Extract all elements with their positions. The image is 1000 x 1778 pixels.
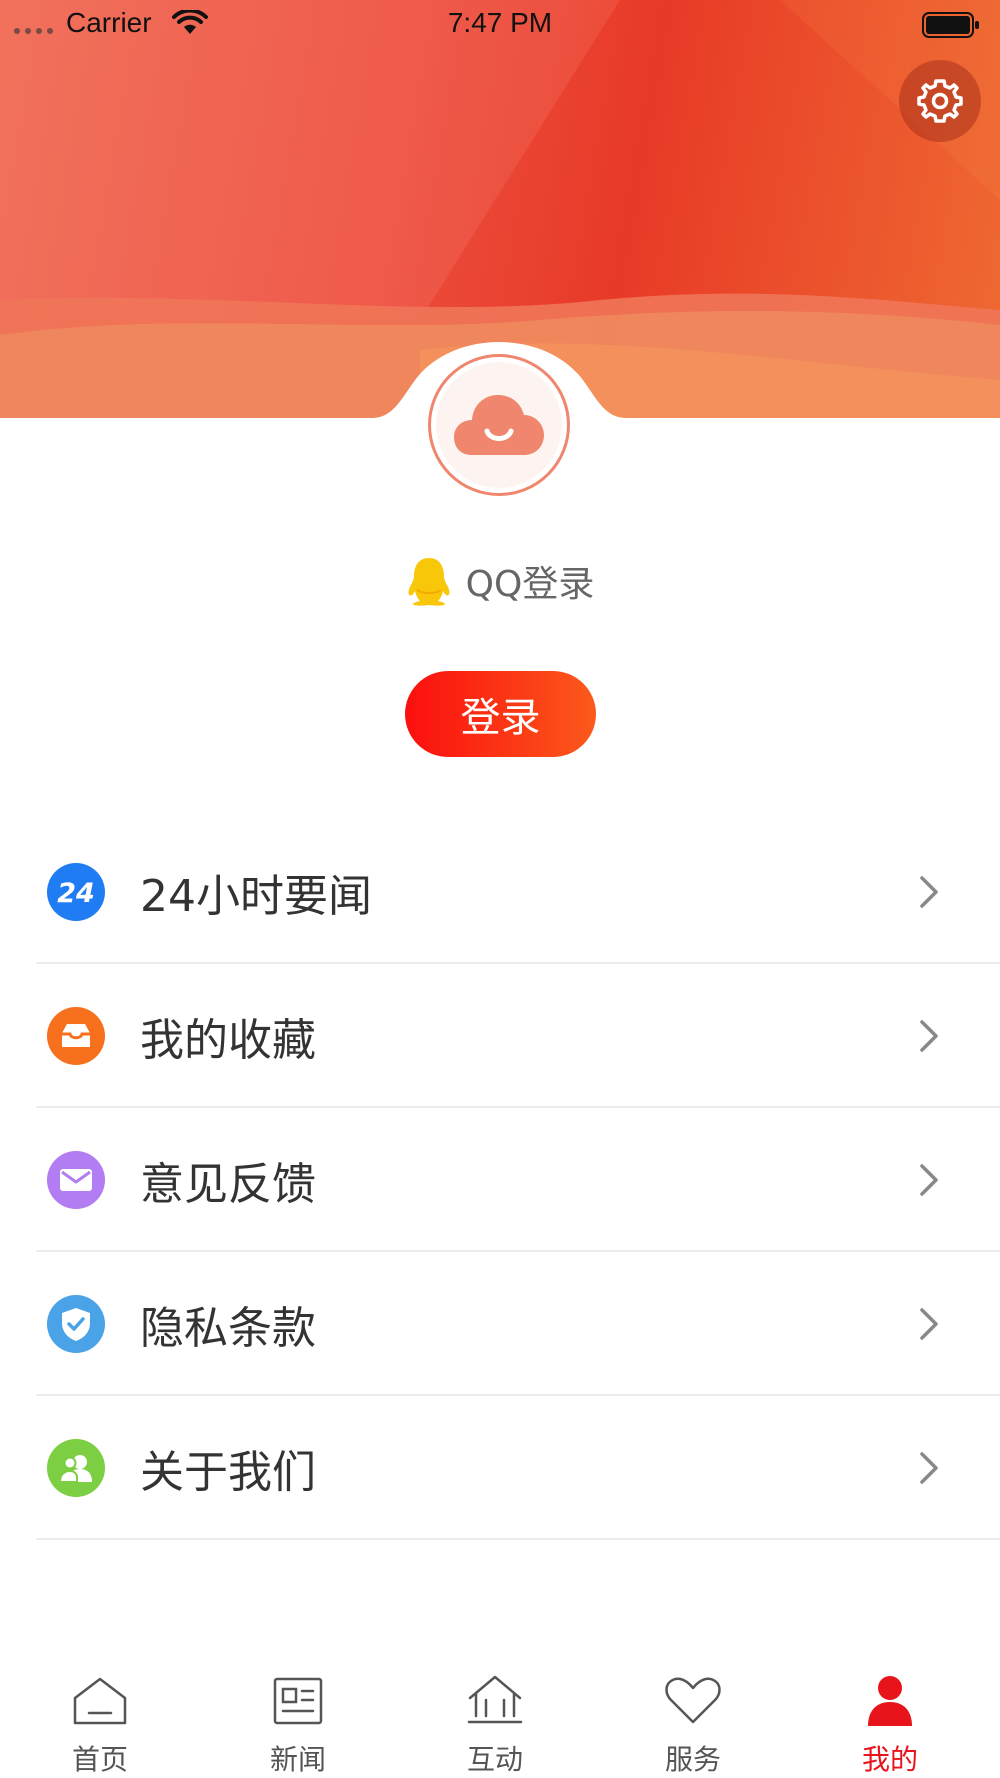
- menu-item-label: 24小时要闻: [140, 871, 372, 922]
- chevron-right-icon: [920, 1308, 938, 1340]
- tab-label: 服务: [664, 1743, 721, 1776]
- menu-item-label: 隐私条款: [140, 1303, 316, 1354]
- shield-check-icon: [47, 1295, 105, 1353]
- person-icon: [868, 1676, 912, 1726]
- mail-icon: [47, 1151, 105, 1209]
- menu-item-label: 关于我们: [140, 1447, 316, 1498]
- newspaper-icon: [273, 1677, 323, 1725]
- users-icon: [47, 1439, 105, 1497]
- svg-text:24: 24: [57, 878, 95, 907]
- tab-services[interactable]: 服务: [593, 1660, 793, 1778]
- inbox-icon: [47, 1007, 105, 1065]
- tab-label: 新闻: [269, 1743, 326, 1776]
- bottom-tab-bar: 首页 新闻 互动 服务 我的: [0, 1660, 1000, 1778]
- tab-news[interactable]: 新闻: [198, 1660, 398, 1778]
- menu-item-about-us[interactable]: 关于我们: [0, 1396, 1000, 1540]
- menu-item-label: 意见反馈: [140, 1159, 316, 1210]
- tab-label: 首页: [71, 1743, 128, 1776]
- menu-item-favorites[interactable]: 我的收藏: [0, 964, 1000, 1108]
- chevron-right-icon: [920, 876, 938, 908]
- menu-item-24h-news[interactable]: 24 24小时要闻: [0, 820, 1000, 964]
- tab-label: 我的: [861, 1743, 918, 1776]
- interact-house-icon: [467, 1675, 523, 1724]
- home-icon: [73, 1677, 127, 1725]
- tab-interact[interactable]: 互动: [395, 1660, 595, 1778]
- 24h-news-icon: 24: [47, 863, 105, 921]
- qq-penguin-icon: [408, 558, 450, 606]
- settings-button[interactable]: [899, 60, 981, 142]
- status-time: 7:47 PM: [447, 7, 553, 38]
- battery-icon: [922, 12, 980, 43]
- qq-login-link[interactable]: QQ登录: [0, 556, 1000, 606]
- login-button[interactable]: 登录: [405, 671, 596, 757]
- gear-icon: [917, 79, 963, 123]
- menu-item-feedback[interactable]: 意见反馈: [0, 1108, 1000, 1252]
- tab-home[interactable]: 首页: [0, 1660, 200, 1778]
- chevron-right-icon: [920, 1020, 938, 1052]
- cloud-face-icon: [454, 395, 544, 455]
- qq-login-label: QQ登录: [465, 564, 595, 605]
- divider: [36, 1538, 1000, 1540]
- avatar[interactable]: [428, 354, 570, 496]
- tab-mine[interactable]: 我的: [790, 1660, 990, 1778]
- chevron-right-icon: [920, 1452, 938, 1484]
- chevron-right-icon: [920, 1164, 938, 1196]
- profile-menu-list: 24 24小时要闻 我的收藏 意见反馈 隐私条款 关于我们: [0, 820, 1000, 1540]
- heart-icon: [665, 1677, 721, 1724]
- menu-item-privacy[interactable]: 隐私条款: [0, 1252, 1000, 1396]
- tab-label: 互动: [466, 1743, 523, 1776]
- menu-item-label: 我的收藏: [140, 1015, 316, 1066]
- status-bar: Carrier 7:47 PM: [0, 0, 1000, 50]
